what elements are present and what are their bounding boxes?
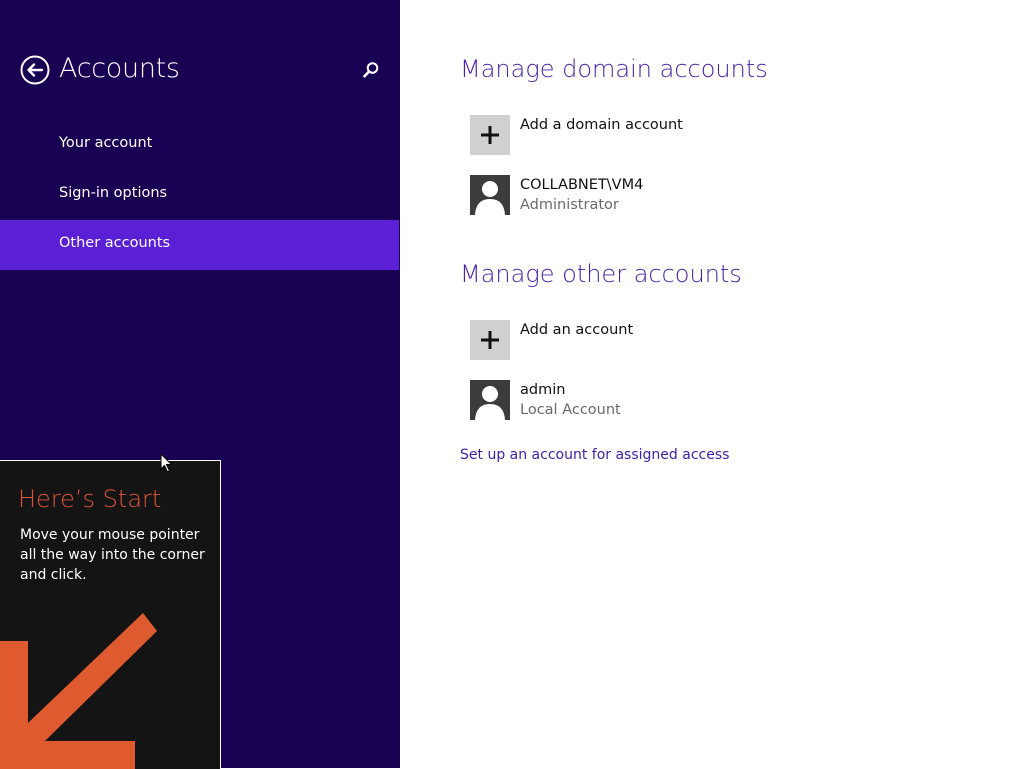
user-avatar-icon[interactable] <box>470 380 510 420</box>
account-type: Local Account <box>520 402 621 418</box>
account-type: Administrator <box>520 197 619 213</box>
sidebar-item-sign-in-options[interactable]: Sign-in options <box>0 170 399 220</box>
domain-accounts-heading: Manage domain accounts <box>460 55 768 83</box>
user-avatar-icon[interactable] <box>470 175 510 215</box>
account-name[interactable]: COLLABNET\VM4 <box>520 177 643 193</box>
start-tip-panel: Here’s Start Move your mouse pointer all… <box>0 460 221 769</box>
plus-icon <box>481 126 499 144</box>
back-arrow-circle-icon <box>20 55 50 85</box>
search-icon <box>363 62 379 78</box>
page-title: Accounts <box>59 53 180 84</box>
sidebar-item-your-account[interactable]: Your account <box>0 120 399 170</box>
add-domain-account-button[interactable] <box>470 115 510 155</box>
back-button[interactable] <box>20 55 50 85</box>
sidebar: Accounts Your account Sign-in options Ot… <box>0 0 400 769</box>
tip-body: Move your mouse pointer all the way into… <box>20 527 205 583</box>
other-accounts-heading: Manage other accounts <box>460 260 742 288</box>
add-account-label[interactable]: Add an account <box>520 322 633 338</box>
search-button[interactable] <box>361 60 381 80</box>
down-left-arrow-icon <box>0 613 157 769</box>
account-name[interactable]: admin <box>520 382 565 398</box>
sidebar-item-label: Sign-in options <box>59 185 168 201</box>
mouse-cursor-icon <box>160 453 173 473</box>
main-content: Manage domain accounts Add a domain acco… <box>400 0 1024 768</box>
assigned-access-link[interactable]: Set up an account for assigned access <box>460 447 729 463</box>
tip-title: Here’s Start <box>18 485 162 513</box>
sidebar-item-label: Your account <box>59 135 153 151</box>
sidebar-item-other-accounts[interactable]: Other accounts <box>0 220 399 270</box>
plus-icon <box>481 331 499 349</box>
add-account-button[interactable] <box>470 320 510 360</box>
sidebar-item-label: Other accounts <box>59 235 171 251</box>
add-domain-account-label[interactable]: Add a domain account <box>520 117 683 133</box>
